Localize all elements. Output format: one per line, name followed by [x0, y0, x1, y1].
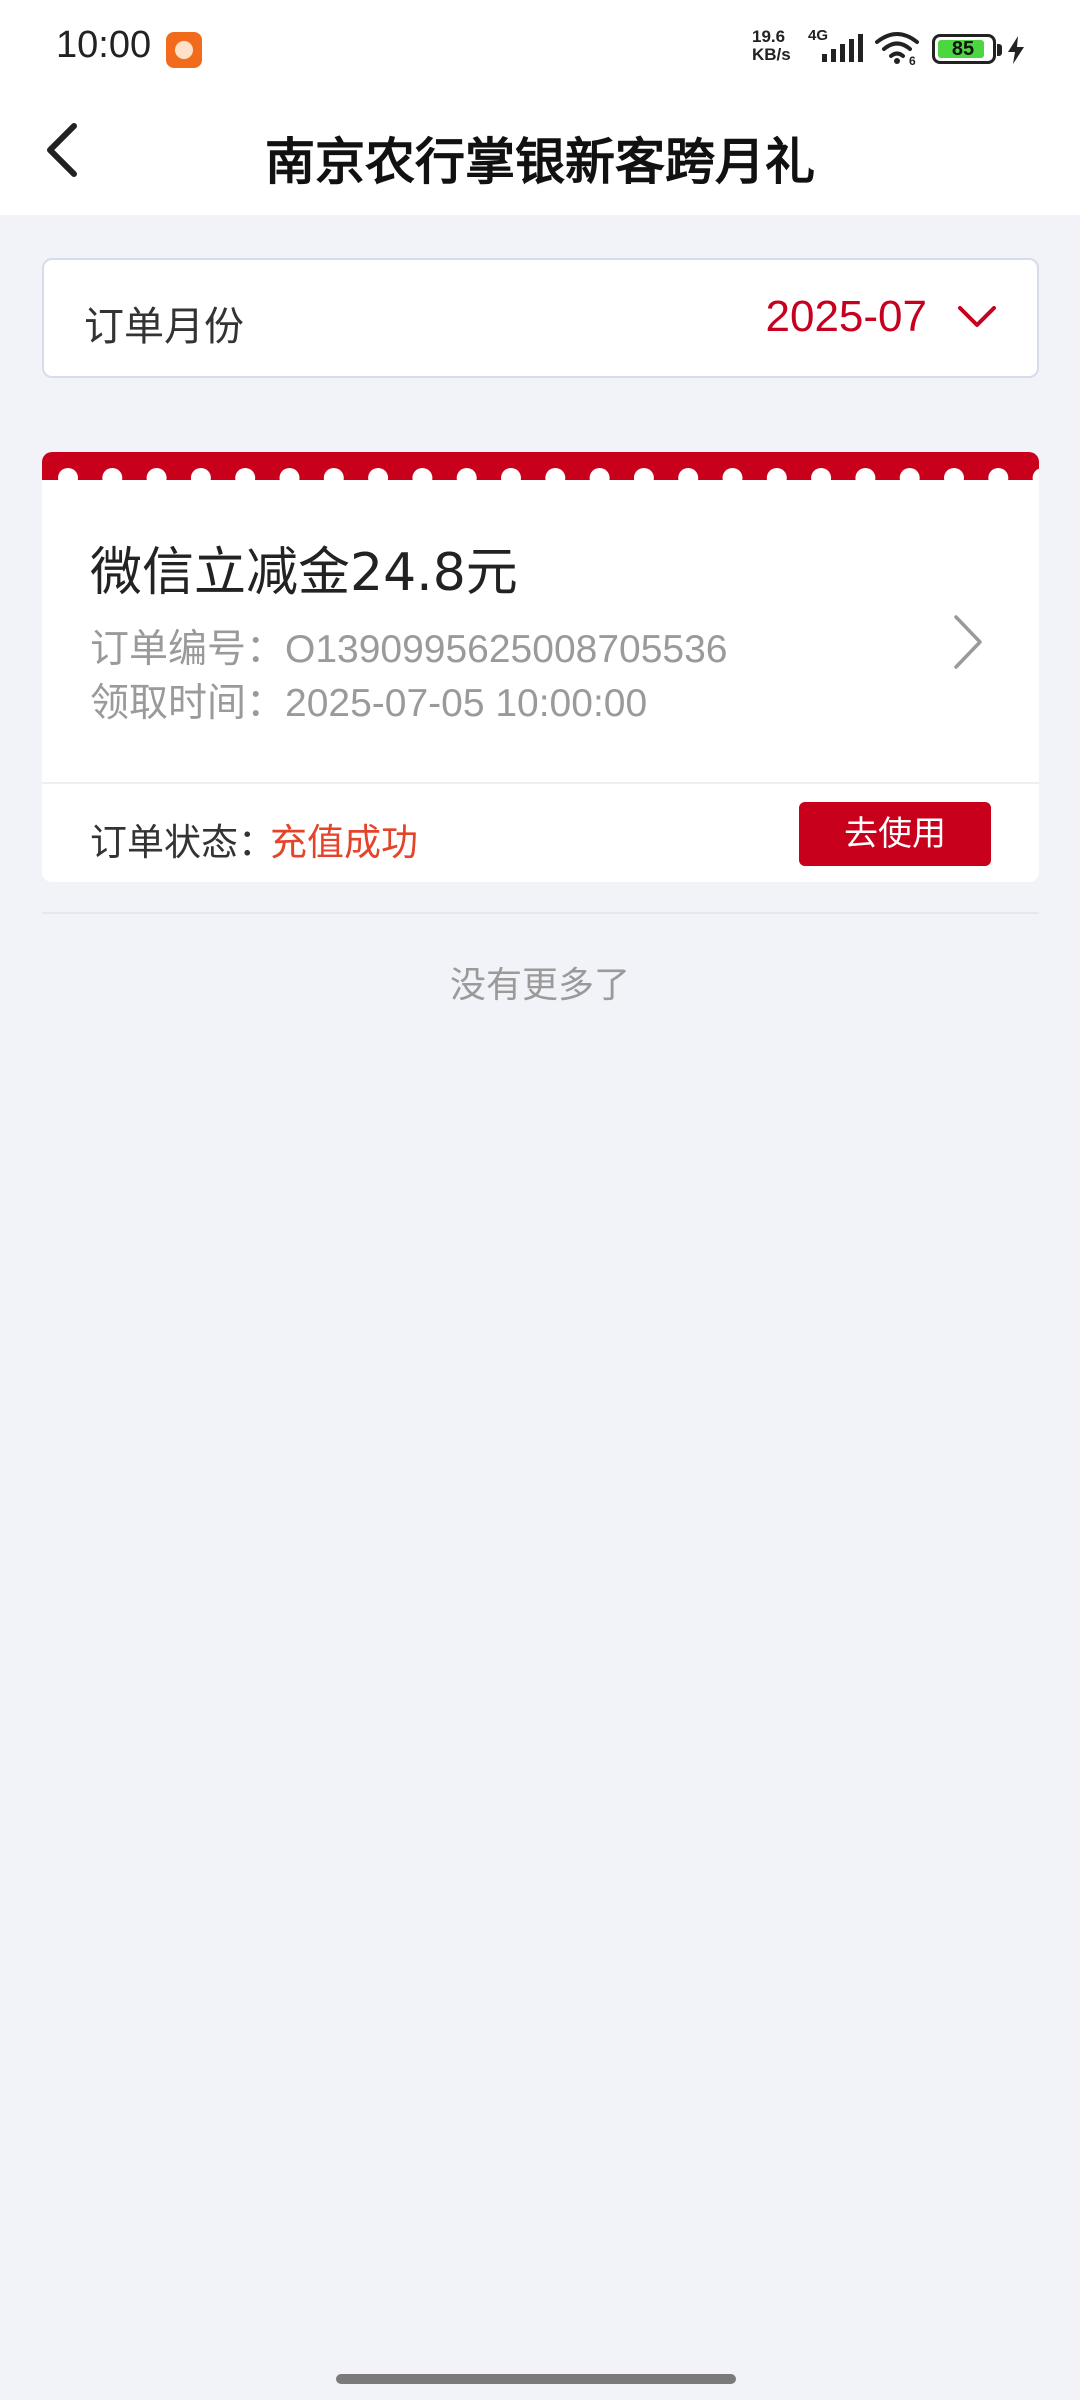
scallop-base — [42, 480, 1039, 488]
chevron-down-icon — [958, 306, 996, 327]
notification-app-icon — [166, 32, 202, 68]
chevron-right-icon — [954, 615, 982, 669]
order-status-value: 充值成功 — [270, 821, 418, 864]
order-status-label: 订单状态： — [90, 821, 275, 864]
network-speed-unit: KB/s — [752, 45, 791, 64]
signal-icon — [822, 34, 863, 62]
page: 10:00 19.6 KB/s 4G 6 85 南京农行掌银新客跨月礼 订单月份… — [0, 0, 1080, 2400]
network-speed: 19.6 KB/s — [752, 28, 791, 64]
month-filter-selector[interactable]: 订单月份 2025-07 — [42, 258, 1039, 378]
card-divider — [42, 782, 1039, 784]
ticket-scallop-border — [42, 452, 1039, 488]
order-title: 微信立减金24.8元 — [90, 543, 518, 603]
battery-icon: 85 — [932, 34, 1002, 64]
status-time: 10:00 — [56, 24, 152, 66]
charging-bolt-icon — [1008, 36, 1024, 64]
network-speed-value: 19.6 — [752, 27, 786, 46]
battery-level: 85 — [951, 38, 975, 60]
use-button[interactable]: 去使用 — [799, 802, 991, 866]
order-card[interactable]: 微信立减金24.8元 订单编号：O1390995625008705536 领取时… — [42, 452, 1039, 882]
wifi-icon: 6 — [875, 32, 919, 66]
receive-time-label: 领取时间： — [90, 681, 286, 726]
month-filter-value: 2025-07 — [765, 292, 927, 341]
scallop-decoration — [42, 468, 1039, 488]
order-number-row: 订单编号：O1390995625008705536 — [90, 618, 727, 674]
wifi-badge: 6 — [909, 54, 916, 66]
page-title: 南京农行掌银新客跨月礼 — [265, 133, 815, 191]
home-indicator[interactable] — [336, 2374, 736, 2384]
order-number-value: O1390995625008705536 — [285, 628, 728, 671]
month-filter-label: 订单月份 — [84, 304, 244, 350]
list-end-divider — [42, 912, 1039, 914]
list-end-text: 没有更多了 — [449, 965, 630, 1006]
receive-time-value: 2025-07-05 10:00:00 — [285, 682, 648, 725]
status-bar: 10:00 19.6 KB/s 4G 6 85 — [0, 0, 1080, 96]
order-number-label: 订单编号： — [90, 627, 286, 672]
receive-time-row: 领取时间：2025-07-05 10:00:00 — [90, 672, 647, 728]
nav-bar: 南京农行掌银新客跨月礼 — [0, 96, 1080, 215]
